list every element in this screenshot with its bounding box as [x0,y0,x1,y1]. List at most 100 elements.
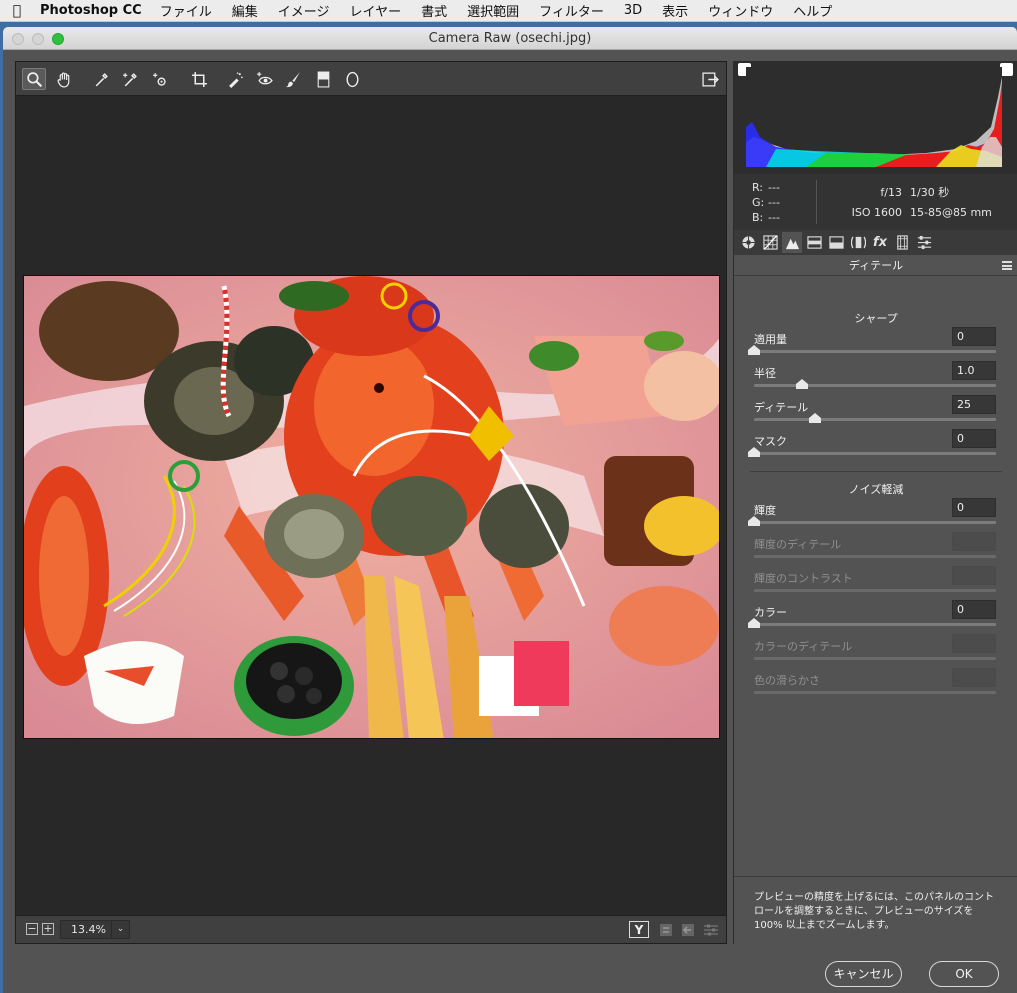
basic-tab-icon[interactable] [738,232,758,253]
menu-type[interactable]: 書式 [421,1,447,20]
status-bar: − + 13.4% ⌄ Y [16,915,726,943]
zoom-level-select[interactable]: 13.4% ⌄ [60,920,130,939]
menu-3d[interactable]: 3D [624,3,642,18]
zoom-level-value: 13.4% [71,923,106,936]
sharpen-title: シャープ [854,312,898,325]
noise-reduction-title: ノイズ軽減 [848,483,904,496]
targeted-adjustment-icon[interactable] [148,68,172,90]
menu-edit[interactable]: 編集 [232,1,258,20]
apple-icon[interactable]:  [0,3,34,19]
adjustment-brush-icon[interactable] [281,68,305,90]
spot-removal-icon[interactable] [223,68,247,90]
luminance-detail-control: 輝度のディテール [754,532,996,566]
sharpen-masking-slider-thumb[interactable] [748,447,760,457]
zoom-icon[interactable] [22,68,46,90]
zoom-button[interactable] [52,33,64,45]
hand-icon[interactable] [52,68,76,90]
title-bar[interactable]: Camera Raw (osechi.jpg) [3,27,1017,50]
hsl-tab-icon[interactable] [804,232,824,253]
sharpen-masking-input[interactable]: 0 [952,429,996,448]
luminance-contrast-control: 輝度のコントラスト [754,566,996,600]
luminance-input[interactable]: 0 [952,498,996,517]
b-label: B: [752,211,764,224]
color-smoothness-slider-track [754,691,996,694]
panel-menu-icon[interactable] [1002,261,1012,270]
menu-view[interactable]: 表示 [662,1,688,20]
panel-title: ディテール [734,255,1017,276]
sharpen-detail-control: ディテール 25 [754,395,996,429]
color-noise-slider-thumb[interactable] [748,618,760,628]
b-value: --- [768,211,780,224]
sharpen-amount-input[interactable]: 0 [952,327,996,346]
copy-settings-icon[interactable] [678,921,698,938]
color-smoothness-label: 色の滑らかさ [754,674,820,687]
color-smoothness-input [952,668,996,687]
open-preferences-icon[interactable] [698,68,722,90]
sharpen-masking-slider-track[interactable] [754,452,996,455]
sharpen-radius-input[interactable]: 1.0 [952,361,996,380]
panel-title-label: ディテール [848,259,904,272]
color-noise-input[interactable]: 0 [952,600,996,619]
preview-image[interactable] [23,275,720,739]
section-divider [750,471,1002,472]
shutter-speed: 1/30 秒 [910,186,950,199]
color-detail-label: カラーのディテール [754,640,853,653]
panel-tabs: fx [734,230,1017,255]
detail-tab-icon[interactable] [782,232,802,253]
before-after-view-icon[interactable]: Y [629,921,649,938]
presets-tab-icon[interactable] [914,232,934,253]
luminance-contrast-slider-track [754,589,996,592]
sharpen-detail-slider-track[interactable] [754,418,996,421]
camera-raw-window: Camera Raw (osechi.jpg) − + 13.4% ⌄ Y R:… [3,27,1017,993]
sharpen-detail-input[interactable]: 25 [952,395,996,414]
luminance-contrast-label: 輝度のコントラスト [754,572,853,585]
graduated-filter-icon[interactable] [311,68,335,90]
sharpen-amount-slider-track[interactable] [754,350,996,353]
menu-window[interactable]: ウィンドウ [708,1,773,20]
luminance-detail-input [952,532,996,551]
camera-calibration-tab-icon[interactable] [892,232,912,253]
sharpen-detail-slider-thumb[interactable] [808,413,821,423]
color-detail-slider-track [754,657,996,660]
menu-file[interactable]: ファイル [160,1,212,20]
sharpen-amount-slider-thumb[interactable] [748,345,760,355]
r-value: --- [768,181,780,194]
info-divider [816,180,817,224]
white-balance-icon[interactable] [89,68,113,90]
crop-icon[interactable] [187,68,211,90]
r-label: R: [752,181,764,194]
red-eye-icon[interactable] [252,68,276,90]
swap-settings-icon[interactable] [656,921,676,938]
effects-tab-icon[interactable]: fx [870,232,890,253]
sharpen-radius-slider-thumb[interactable] [796,379,809,389]
luminance-slider-track[interactable] [754,521,996,524]
app-menu[interactable]: Photoshop CC [40,3,142,18]
sharpen-radius-label: 半径 [754,367,776,380]
sharpen-radius-slider-track[interactable] [754,384,996,387]
color-noise-slider-track[interactable] [754,623,996,626]
luminance-slider-thumb[interactable] [748,516,760,526]
window-controls [12,33,64,45]
tone-curve-tab-icon[interactable] [760,232,780,253]
menu-filter[interactable]: フィルター [539,1,604,20]
menu-select[interactable]: 選択範囲 [467,1,519,20]
ok-button[interactable]: OK [929,961,999,987]
g-value: --- [768,196,780,209]
cancel-button[interactable]: キャンセル [825,961,902,987]
close-button[interactable] [12,33,24,45]
radial-filter-icon[interactable] [340,68,364,90]
toggle-settings-icon[interactable] [701,921,721,938]
menu-layer[interactable]: レイヤー [349,1,401,20]
menu-help[interactable]: ヘルプ [793,1,832,20]
sharpen-masking-control: マスク 0 [748,429,996,463]
menu-image[interactable]: イメージ [278,1,330,20]
split-toning-tab-icon[interactable] [826,232,846,253]
zoom-in-button[interactable]: + [42,923,54,935]
color-sampler-icon[interactable] [118,68,142,90]
histogram [734,61,1017,174]
preview-note: プレビューの精度を上げるには、このパネルのコントロールを調整するときに、プレビュ… [734,876,1017,944]
lens-corrections-tab-icon[interactable] [848,232,868,253]
zoom-out-button[interactable]: − [26,923,38,935]
color-smoothness-control: 色の滑らかさ [754,668,996,702]
minimize-button[interactable] [32,33,44,45]
